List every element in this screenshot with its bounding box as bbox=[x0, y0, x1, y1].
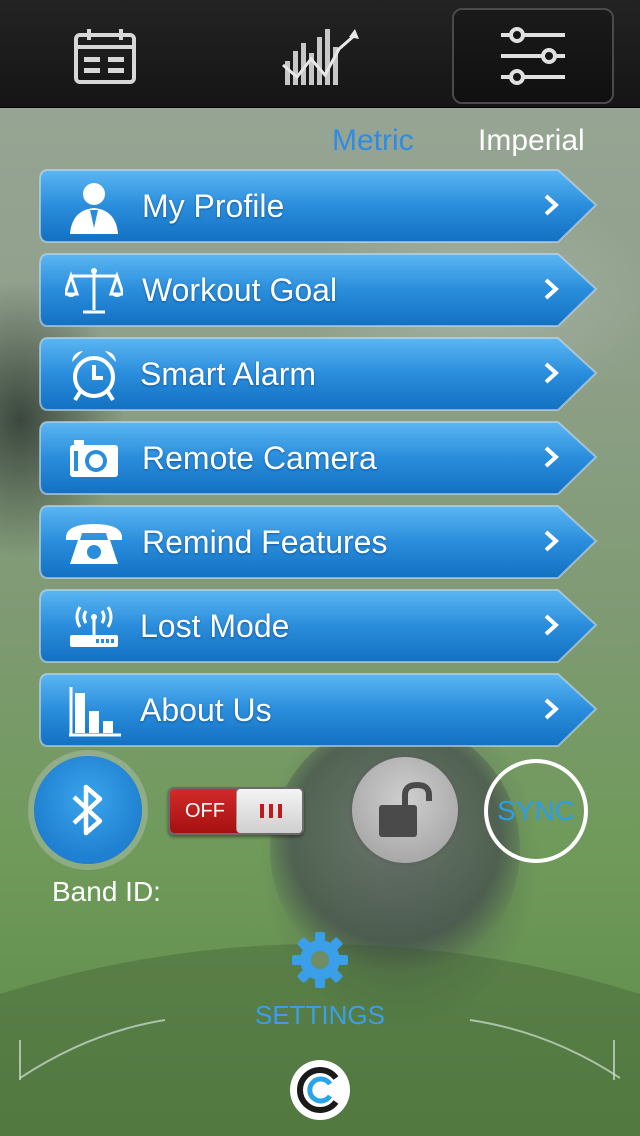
menu-label: Remind Features bbox=[142, 524, 388, 560]
menu-label: Workout Goal bbox=[142, 272, 338, 308]
settings-tab-label[interactable]: SETTINGS bbox=[0, 1000, 640, 1031]
menu-item-lost-mode[interactable]: Lost Mode bbox=[38, 588, 598, 666]
unit-imperial-option[interactable]: Imperial bbox=[478, 124, 585, 158]
menu-item-workout-goal[interactable]: Workout Goal bbox=[38, 252, 598, 330]
menu-item-about-us[interactable]: About Us bbox=[38, 672, 598, 750]
unit-metric-option[interactable]: Metric bbox=[332, 124, 414, 158]
bluetooth-button[interactable] bbox=[34, 756, 142, 864]
menu-label: My Profile bbox=[142, 188, 285, 224]
user-profile-icon bbox=[64, 178, 124, 236]
calendar-icon bbox=[74, 29, 136, 84]
menu-item-remind-features[interactable]: Remind Features bbox=[38, 504, 598, 582]
bluetooth-icon bbox=[72, 784, 103, 836]
toggle-knob[interactable] bbox=[236, 789, 302, 833]
bar-chart-icon bbox=[64, 682, 124, 740]
toggle-off-label: OFF bbox=[170, 789, 240, 833]
menu-label: About Us bbox=[140, 692, 272, 728]
camera-icon bbox=[64, 430, 124, 488]
bluetooth-toggle-switch[interactable]: OFF bbox=[168, 787, 304, 835]
tab-calendar[interactable] bbox=[24, 8, 186, 104]
menu-label: Lost Mode bbox=[140, 608, 290, 644]
telephone-icon bbox=[64, 514, 124, 572]
band-id-label: Band ID: bbox=[52, 876, 161, 907]
tab-settings[interactable] bbox=[452, 8, 614, 104]
tab-statistics[interactable] bbox=[238, 8, 400, 104]
chevron-right-icon bbox=[544, 614, 559, 636]
chevron-right-icon bbox=[544, 698, 559, 720]
menu-item-my-profile[interactable]: My Profile bbox=[38, 168, 598, 246]
balance-scale-icon bbox=[64, 262, 124, 320]
top-navigation-bar bbox=[0, 0, 640, 108]
brand-logo-icon bbox=[290, 1060, 350, 1120]
menu-item-remote-camera[interactable]: Remote Camera bbox=[38, 420, 598, 498]
menu-label: Smart Alarm bbox=[140, 356, 317, 392]
gear-icon[interactable] bbox=[292, 932, 348, 988]
chevron-right-icon bbox=[544, 530, 559, 552]
wifi-router-icon bbox=[64, 598, 124, 656]
sync-button[interactable]: SYNC bbox=[484, 759, 588, 863]
statistics-chart-icon bbox=[282, 29, 359, 85]
menu-label: Remote Camera bbox=[142, 440, 377, 476]
alarm-clock-icon bbox=[64, 346, 124, 404]
lock-button[interactable] bbox=[352, 757, 458, 863]
chevron-right-icon bbox=[544, 446, 559, 468]
menu-item-smart-alarm[interactable]: Smart Alarm bbox=[38, 336, 598, 414]
chevron-right-icon bbox=[544, 278, 559, 300]
chevron-right-icon bbox=[544, 362, 559, 384]
chevron-right-icon bbox=[544, 194, 559, 216]
unlocked-padlock-icon bbox=[379, 781, 432, 837]
settings-sliders-icon bbox=[501, 27, 565, 85]
